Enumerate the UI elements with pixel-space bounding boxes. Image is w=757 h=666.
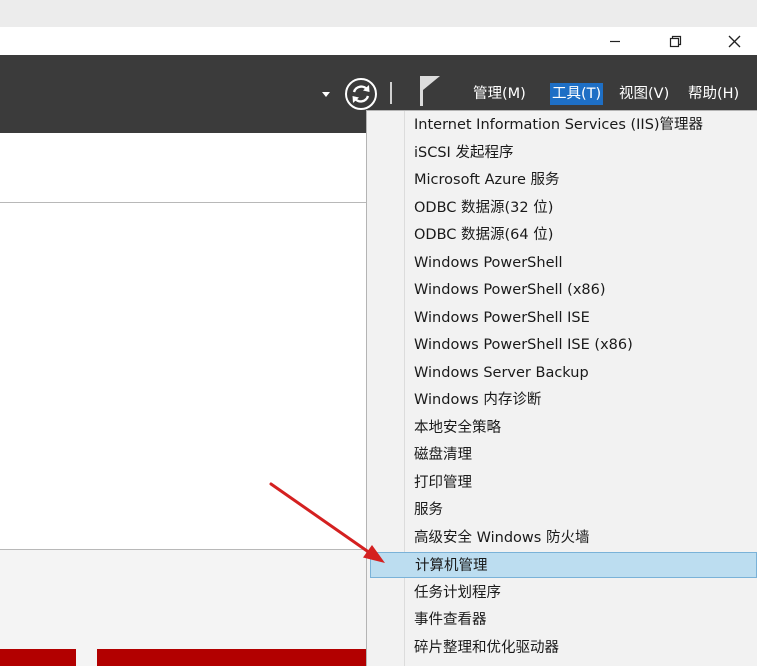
refresh-icon <box>345 78 377 110</box>
restore-button[interactable] <box>652 27 698 55</box>
tools-menu-item[interactable]: 本地安全策略 <box>367 415 757 441</box>
menu-item-label: 计算机管理 <box>415 558 488 574</box>
tools-menu-item[interactable]: ODBC 数据源(32 位) <box>367 195 757 221</box>
minimize-icon <box>610 40 620 43</box>
menu-item-label: 任务计划程序 <box>414 585 501 601</box>
menu-item-label: Windows PowerShell ISE (x86) <box>414 337 633 353</box>
menu-item-label: ODBC 数据源(32 位) <box>414 200 554 216</box>
tools-menu-item[interactable]: 碎片整理和优化驱动器 <box>367 635 757 661</box>
menu-item-label: iSCSI 发起程序 <box>414 145 514 161</box>
tools-menu-item[interactable]: ODBC 数据源(64 位) <box>367 222 757 248</box>
menu-item-label: 碎片整理和优化驱动器 <box>414 640 559 656</box>
tools-menu-item[interactable]: Windows PowerShell ISE (x86) <box>367 332 757 358</box>
refresh-button[interactable] <box>344 77 378 111</box>
menu-manage[interactable]: 管理(M) <box>471 83 528 105</box>
menu-help[interactable]: 帮助(H) <box>686 83 741 105</box>
tools-menu-item[interactable]: 事件查看器 <box>367 607 757 633</box>
toolbar-separator <box>390 82 392 104</box>
tools-menu-item[interactable]: 打印管理 <box>367 470 757 496</box>
red-tile <box>97 649 366 666</box>
tools-menu-item[interactable]: 高级安全 Windows 防火墙 <box>367 525 757 551</box>
menu-item-label: 磁盘清理 <box>414 447 472 463</box>
minimize-button[interactable] <box>592 27 638 55</box>
menu-item-label: Windows 内存诊断 <box>414 392 542 408</box>
lower-pane-divider <box>0 549 366 550</box>
close-icon <box>728 35 740 47</box>
menu-item-computer-management[interactable]: 计算机管理 <box>370 552 757 578</box>
title-bar <box>0 27 757 55</box>
tools-menu-item[interactable]: Internet Information Services (IIS)管理器 <box>367 112 757 138</box>
menu-item-label: Microsoft Azure 服务 <box>414 172 560 188</box>
menu-view[interactable]: 视图(V) <box>617 83 671 105</box>
top-strip <box>0 0 757 27</box>
notifications-flag-button[interactable] <box>417 74 443 108</box>
menu-item-label: Windows PowerShell (x86) <box>414 282 606 298</box>
close-button[interactable] <box>711 27 757 55</box>
flag-icon <box>420 76 440 106</box>
menu-item-label: 本地安全策略 <box>414 420 501 436</box>
tools-menu-item[interactable]: Windows PowerShell (x86) <box>367 277 757 303</box>
content-divider <box>0 202 366 203</box>
restore-icon <box>669 35 681 47</box>
menu-tools[interactable]: 工具(T) <box>550 83 604 105</box>
menu-item-label: Internet Information Services (IIS)管理器 <box>414 117 704 133</box>
menu-item-label: 事件查看器 <box>414 612 487 628</box>
menu-item-label: 高级安全 Windows 防火墙 <box>414 530 590 546</box>
tools-menu-item[interactable]: 任务计划程序 <box>367 580 757 606</box>
menu-item-label: ODBC 数据源(64 位) <box>414 227 554 243</box>
tools-menu-item[interactable]: Windows PowerShell ISE <box>367 305 757 331</box>
red-tile <box>0 649 76 666</box>
tools-menu-item[interactable]: Microsoft Azure 服务 <box>367 167 757 193</box>
tools-menu-item[interactable]: 服务 <box>367 497 757 523</box>
tools-menu-item[interactable]: Windows Server Backup <box>367 360 757 386</box>
menu-item-label: 打印管理 <box>414 475 472 491</box>
tools-menu-item[interactable]: iSCSI 发起程序 <box>367 140 757 166</box>
menu-item-label: Windows PowerShell <box>414 255 563 271</box>
tools-menu-item[interactable]: 磁盘清理 <box>367 442 757 468</box>
history-dropdown-icon[interactable] <box>322 92 330 97</box>
menu-item-label: 服务 <box>414 502 443 518</box>
tools-menu-item[interactable]: Windows 内存诊断 <box>367 387 757 413</box>
menu-item-label: Windows PowerShell ISE <box>414 310 590 326</box>
menu-item-label: Windows Server Backup <box>414 365 589 381</box>
tools-menu-item[interactable]: Windows PowerShell <box>367 250 757 276</box>
server-manager-window: 管理(M) 工具(T) 视图(V) 帮助(H) Internet Informa… <box>0 0 757 666</box>
